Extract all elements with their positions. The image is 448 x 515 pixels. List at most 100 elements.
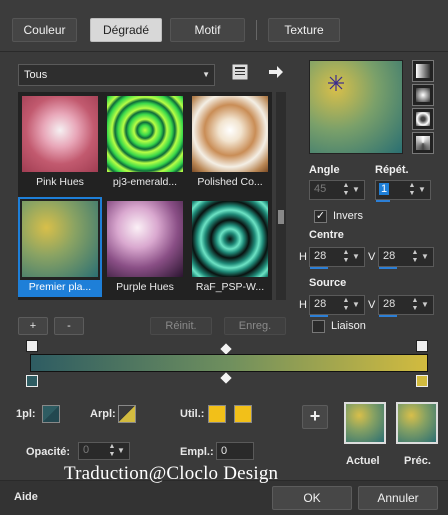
gallery-item-caption: Pink Hues <box>36 176 84 188</box>
angle-value: 45 <box>314 183 327 195</box>
source-h-spinner[interactable]: 28 ▲ ▼ ▼ <box>309 295 365 315</box>
rectangular-gradient-button[interactable] <box>412 84 434 106</box>
gallery-scrollbar[interactable] <box>276 92 286 300</box>
remove-gradient-button[interactable]: - <box>54 317 84 335</box>
opacity-midpoint[interactable] <box>220 343 232 355</box>
scrollbar-thumb[interactable] <box>278 210 284 224</box>
liaison-label: Liaison <box>331 320 366 332</box>
source-v-slider-fill <box>379 315 397 317</box>
gallery-item[interactable]: pj3-emerald... <box>105 94 185 190</box>
gallery-item[interactable]: Pink Hues <box>20 94 100 190</box>
util-label: Util.: <box>180 408 205 420</box>
centre-h-slider-fill <box>310 267 328 269</box>
centre-v-slider-fill <box>379 267 397 269</box>
chevron-down-icon[interactable]: ▼ <box>416 182 428 198</box>
gallery-item-caption: RaF_PSP-W... <box>195 281 265 293</box>
radial-gradient-button[interactable] <box>412 108 434 130</box>
actuel-label: Actuel <box>346 455 380 467</box>
chevron-down-icon[interactable]: ▼ <box>419 249 431 265</box>
gallery-item-caption: pj3-emerald... <box>112 176 178 188</box>
chevron-down-icon: ▼ <box>202 70 210 79</box>
opacity-stop-end[interactable] <box>416 340 428 352</box>
user-color-swatch-2[interactable] <box>234 405 252 423</box>
invers-checkbox[interactable]: ✓ <box>314 210 327 223</box>
liaison-checkbox[interactable] <box>312 320 325 333</box>
gradient-thumbnail <box>192 201 268 277</box>
color-midpoint[interactable] <box>220 372 232 384</box>
centre-v-value: 28 <box>383 250 396 262</box>
add-stop-button[interactable]: + <box>302 405 328 429</box>
gradient-preview[interactable] <box>309 60 403 154</box>
gradient-bar[interactable] <box>30 354 428 372</box>
gradient-thumbnail <box>22 96 98 172</box>
first-plan-label: 1pl: <box>16 408 36 420</box>
gradient-category-value: Tous <box>24 69 48 81</box>
source-v-label: V <box>368 299 376 311</box>
tab-degrade[interactable]: Dégradé <box>90 18 162 42</box>
prec-label: Préc. <box>404 455 431 467</box>
centre-h-spinner[interactable]: 28 ▲ ▼ ▼ <box>309 247 365 267</box>
angle-label: Angle <box>309 164 340 176</box>
opacite-spinner[interactable]: 0 ▲ ▼ ▼ <box>78 442 130 460</box>
angle-spinner[interactable]: 45 ▲ ▼ ▼ <box>309 180 365 200</box>
color-stop-end[interactable] <box>416 375 428 387</box>
dialog-footer: Aide OK Annuler <box>0 480 448 515</box>
centre-v-spinner[interactable]: 28 ▲ ▼ ▼ <box>378 247 434 267</box>
chevron-down-icon[interactable]: ▼ <box>115 443 127 459</box>
gradient-thumbnail <box>192 96 268 172</box>
source-h-label: H <box>299 299 307 311</box>
tab-texture[interactable]: Texture <box>268 18 340 42</box>
sunburst-gradient-icon <box>416 136 430 150</box>
user-color-swatch[interactable] <box>208 405 226 423</box>
gallery-item[interactable]: Purple Hues <box>105 199 185 295</box>
gallery-item[interactable]: Polished Co... <box>190 94 270 190</box>
gradient-category-select[interactable]: Tous ▼ <box>18 64 215 86</box>
chevron-down-icon[interactable]: ▼ <box>350 182 362 198</box>
chevron-down-icon[interactable]: ▼ <box>350 297 362 313</box>
gradient-thumbnail <box>22 201 98 277</box>
center-point-icon[interactable] <box>328 75 344 91</box>
source-label: Source <box>309 277 347 289</box>
ok-button[interactable]: OK <box>272 486 352 510</box>
repet-spinner[interactable]: 1 ▲ ▼ ▼ <box>375 180 431 200</box>
arrow-right-icon[interactable] <box>268 65 284 79</box>
gallery-item-caption: Premier pla... <box>20 280 100 295</box>
reinit-button[interactable]: Réinit. <box>150 317 212 335</box>
save-gradient-button[interactable]: Enreg. <box>224 317 286 335</box>
current-gradient-thumbnail[interactable] <box>344 402 386 444</box>
gallery-item-caption: Purple Hues <box>116 281 174 293</box>
color-stop-start[interactable] <box>26 375 38 387</box>
invers-label: Invers <box>333 210 363 222</box>
gradient-thumbnail <box>107 201 183 277</box>
empl-field[interactable]: 0 <box>216 442 254 460</box>
gallery-item-caption: Polished Co... <box>197 176 263 188</box>
tab-motif[interactable]: Motif <box>170 18 245 42</box>
add-gradient-button[interactable]: + <box>18 317 48 335</box>
centre-h-value: 28 <box>314 250 327 262</box>
gallery-item-selected[interactable]: Premier pla... <box>18 197 102 297</box>
repet-value: 1 <box>379 183 390 195</box>
gradient-editor-icon[interactable] <box>232 64 248 80</box>
help-label[interactable]: Aide <box>14 491 38 503</box>
source-v-value: 28 <box>383 298 396 310</box>
previous-gradient-thumbnail[interactable] <box>396 402 438 444</box>
foreground-color-swatch[interactable] <box>42 405 60 423</box>
empl-label: Empl.: <box>180 446 214 458</box>
rectangular-gradient-icon <box>416 88 430 102</box>
gallery-item[interactable]: RaF_PSP-W... <box>190 199 270 295</box>
arpl-label: Arpl: <box>90 408 116 420</box>
opacity-stop-start[interactable] <box>26 340 38 352</box>
opacite-label: Opacité: <box>26 446 71 458</box>
centre-v-label: V <box>368 251 376 263</box>
tab-couleur[interactable]: Couleur <box>12 18 77 42</box>
background-color-swatch[interactable] <box>118 405 136 423</box>
translation-watermark: Traduction@Cloclo Design <box>64 463 279 484</box>
chevron-down-icon[interactable]: ▼ <box>350 249 362 265</box>
source-v-spinner[interactable]: 28 ▲ ▼ ▼ <box>378 295 434 315</box>
chevron-down-icon[interactable]: ▼ <box>419 297 431 313</box>
sunburst-gradient-button[interactable] <box>412 132 434 154</box>
source-h-slider-fill <box>310 315 328 317</box>
cancel-button[interactable]: Annuler <box>358 486 438 510</box>
radial-gradient-icon <box>416 112 430 126</box>
linear-gradient-button[interactable] <box>412 60 434 82</box>
